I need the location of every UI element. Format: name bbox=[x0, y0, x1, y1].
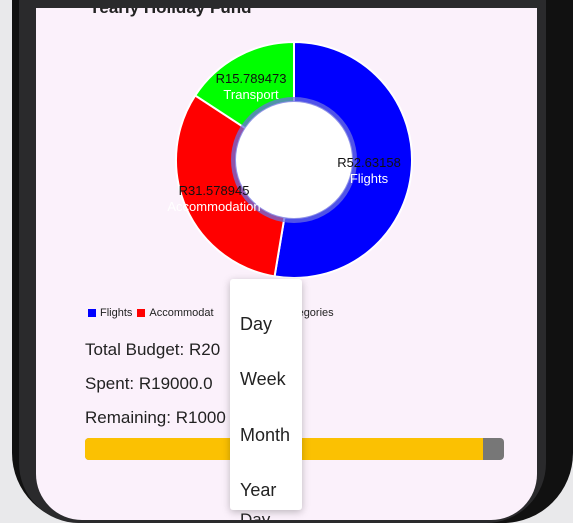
slice-label-flights: Flights bbox=[350, 171, 389, 186]
legend-label-flights: Flights bbox=[100, 307, 133, 319]
slice-value-accommodation: R31.578945 bbox=[179, 183, 250, 198]
legend-label-accommodation: Accommodat bbox=[149, 307, 214, 319]
app-screen: Yearly Holiday Fund R52.63158FlightsR31.… bbox=[36, 8, 537, 520]
slice-label-accommodation: Accommodation bbox=[167, 199, 260, 214]
menu-item-day[interactable]: Day bbox=[240, 314, 272, 335]
menu-item-month[interactable]: Month bbox=[240, 425, 290, 446]
total-budget-text: Total Budget: R20 bbox=[85, 340, 221, 359]
donut-chart: R52.63158Flights R31.578945Accommodation R… bbox=[167, 40, 413, 279]
slice-label-transport: Transport bbox=[223, 87, 279, 102]
legend-item-accommodation: Accommodat bbox=[137, 307, 214, 319]
legend-swatch-flights bbox=[88, 309, 96, 317]
slice-value-flights: R52.63158 bbox=[337, 155, 401, 170]
menu-item-week[interactable]: Week bbox=[240, 369, 286, 390]
slice-value-transport: R15.789473 bbox=[216, 71, 287, 86]
legend-item-flights: Flights bbox=[88, 307, 132, 319]
spent-text: Spent: R19000.0 bbox=[85, 374, 213, 393]
menu-item-partial[interactable]: Day bbox=[240, 510, 270, 520]
legend-swatch-accommodation bbox=[137, 309, 146, 317]
remaining-text: Remaining: R1000 bbox=[85, 408, 226, 427]
period-dropdown-menu: Day Week Month Year bbox=[230, 279, 302, 510]
menu-item-year[interactable]: Year bbox=[240, 480, 276, 501]
